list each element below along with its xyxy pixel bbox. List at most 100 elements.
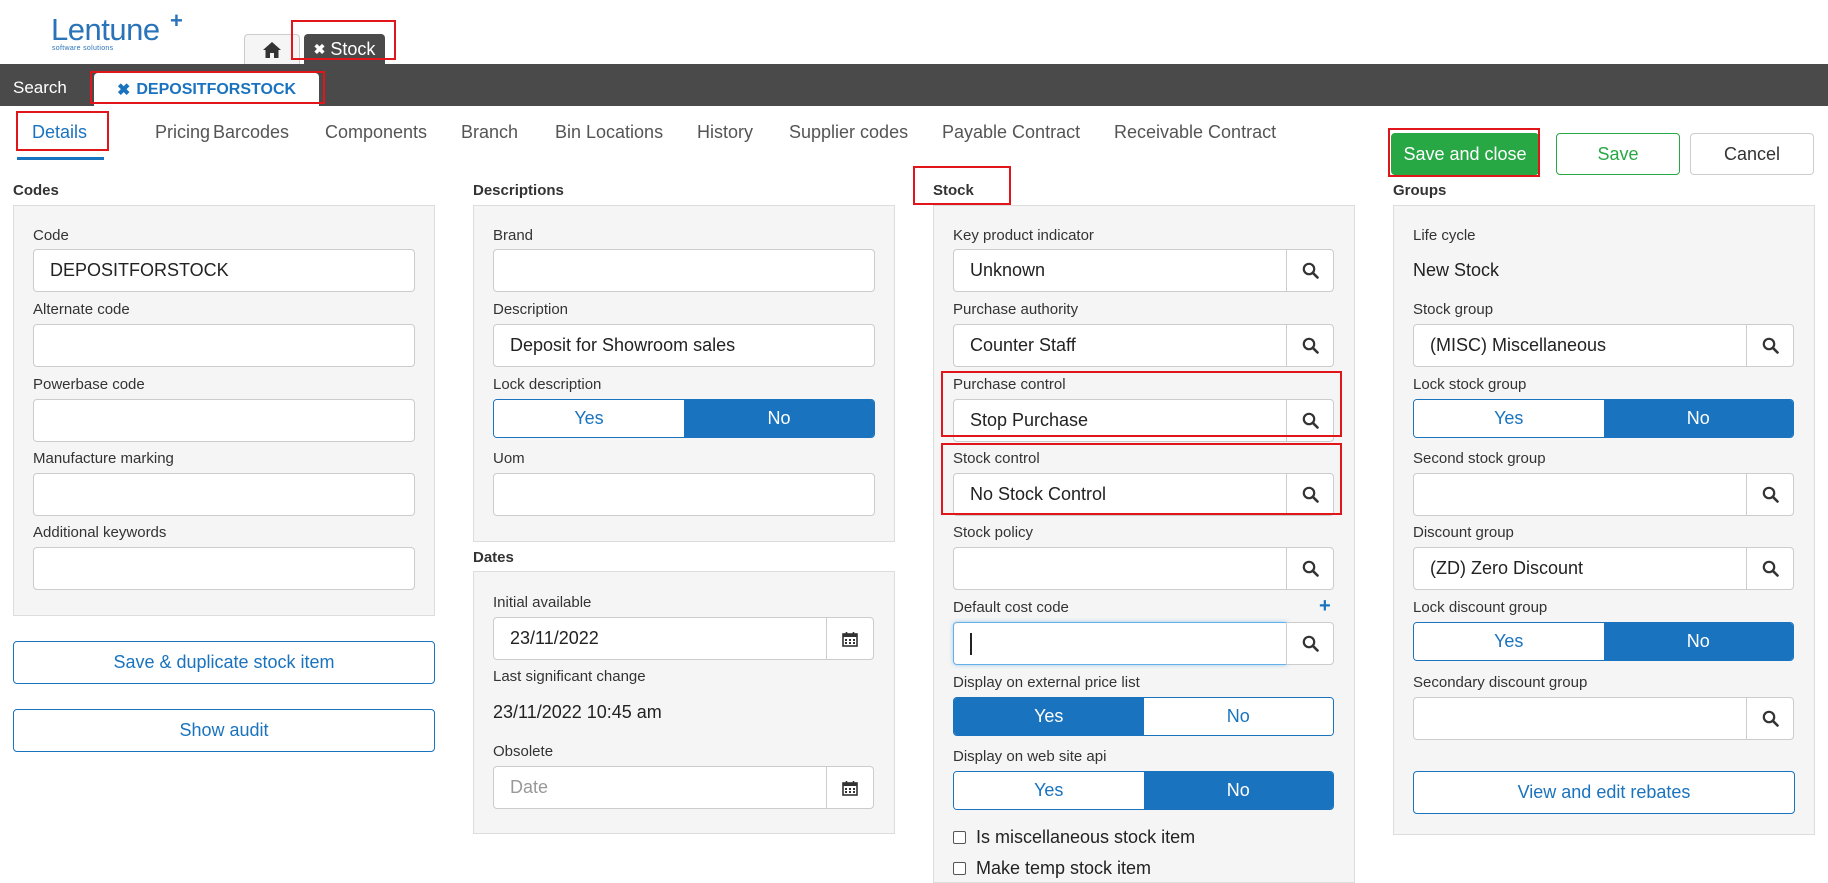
cancel-button[interactable]: Cancel <box>1690 133 1814 175</box>
temp-stock-checkbox[interactable] <box>953 862 966 875</box>
uom-input[interactable] <box>493 473 875 516</box>
close-icon[interactable]: ✖ <box>314 41 326 58</box>
lock-stock-group-toggle: Yes No <box>1413 399 1794 438</box>
stock-control-label: Stock control <box>953 450 1040 467</box>
stock-control-input[interactable]: No Stock Control <box>953 473 1287 516</box>
obsolete-date-input[interactable]: Date <box>493 766 827 809</box>
tab-components[interactable]: Components <box>325 122 427 143</box>
tab-history[interactable]: History <box>697 122 753 143</box>
last-change-label: Last significant change <box>493 668 646 685</box>
purchase-authority-label: Purchase authority <box>953 301 1079 318</box>
external-price-list-no[interactable]: No <box>1143 698 1333 735</box>
purchase-authority-input[interactable]: Counter Staff <box>953 324 1287 367</box>
save-and-close-button[interactable]: Save and close <box>1391 133 1539 175</box>
calendar-button[interactable] <box>826 617 874 660</box>
stock-group-input[interactable]: (MISC) Miscellaneous <box>1413 324 1747 367</box>
powerbase-code-input[interactable] <box>33 399 415 442</box>
record-tab[interactable]: ✖ DEPOSITFORSTOCK <box>94 73 319 106</box>
lock-discount-group-toggle: Yes No <box>1413 622 1794 661</box>
show-audit-button[interactable]: Show audit <box>13 709 435 752</box>
search-icon <box>1762 710 1779 727</box>
lookup-button[interactable] <box>1286 622 1334 665</box>
external-price-list-label: Display on external price list <box>953 674 1140 691</box>
groups-panel <box>1393 205 1815 835</box>
discount-group-input[interactable]: (ZD) Zero Discount <box>1413 547 1747 590</box>
description-input[interactable]: Deposit for Showroom sales <box>493 324 875 367</box>
external-price-list-yes[interactable]: Yes <box>954 698 1144 735</box>
life-cycle-label: Life cycle <box>1413 227 1476 244</box>
stock-tab-label: Stock <box>330 38 376 59</box>
lock-stock-group-label: Lock stock group <box>1413 376 1527 393</box>
code-input[interactable]: DEPOSITFORSTOCK <box>33 249 415 292</box>
lock-discount-group-yes[interactable]: Yes <box>1414 623 1604 660</box>
tab-receivable-contract[interactable]: Receivable Contract <box>1114 122 1276 143</box>
second-stock-group-input[interactable] <box>1413 473 1747 516</box>
obsolete-label: Obsolete <box>493 743 554 760</box>
stock-group-label: Stock group <box>1413 301 1494 318</box>
search-icon <box>1302 337 1319 354</box>
lock-discount-group-no[interactable]: No <box>1603 623 1793 660</box>
close-icon[interactable]: ✖ <box>117 80 130 100</box>
description-label: Description <box>493 301 569 318</box>
purchase-control-label: Purchase control <box>953 376 1066 393</box>
lookup-button[interactable] <box>1746 324 1794 367</box>
brand-input[interactable] <box>493 249 875 292</box>
lock-discount-group-label: Lock discount group <box>1413 599 1548 616</box>
stock-policy-label: Stock policy <box>953 524 1034 541</box>
logo-tagline: software solutions <box>52 45 114 52</box>
lock-stock-group-yes[interactable]: Yes <box>1414 400 1604 437</box>
tab-branch[interactable]: Branch <box>461 122 518 143</box>
secondary-discount-group-input[interactable] <box>1413 697 1747 740</box>
purchase-control-input[interactable]: Stop Purchase <box>953 399 1287 442</box>
lookup-button[interactable] <box>1286 547 1334 590</box>
view-edit-rebates-button[interactable]: View and edit rebates <box>1413 771 1795 814</box>
search-icon <box>1302 486 1319 503</box>
lock-stock-group-no[interactable]: No <box>1603 400 1793 437</box>
dates-title: Dates <box>473 549 514 566</box>
lock-description-no[interactable]: No <box>684 400 874 437</box>
logo-plus: + <box>170 8 183 33</box>
additional-keywords-label: Additional keywords <box>33 524 167 541</box>
home-tab[interactable] <box>244 34 300 64</box>
stock-tab[interactable]: ✖ Stock <box>304 34 385 64</box>
lookup-button[interactable] <box>1286 324 1334 367</box>
web-site-api-no[interactable]: No <box>1143 772 1333 809</box>
tab-pricing[interactable]: Pricing <box>155 122 210 143</box>
lookup-button[interactable] <box>1286 399 1334 442</box>
misc-stock-checkbox-row[interactable]: Is miscellaneous stock item <box>953 827 1195 848</box>
search-icon <box>1762 560 1779 577</box>
additional-keywords-input[interactable] <box>33 547 415 590</box>
web-site-api-yes[interactable]: Yes <box>954 772 1144 809</box>
discount-group-label: Discount group <box>1413 524 1514 541</box>
tab-barcodes[interactable]: Barcodes <box>213 122 289 143</box>
search-icon <box>1302 412 1319 429</box>
save-duplicate-button[interactable]: Save & duplicate stock item <box>13 641 435 684</box>
lookup-button[interactable] <box>1746 697 1794 740</box>
tab-details[interactable]: Details <box>32 122 87 143</box>
lookup-button[interactable] <box>1286 249 1334 292</box>
tab-bin-locations[interactable]: Bin Locations <box>555 122 663 143</box>
search-icon <box>1302 560 1319 577</box>
lock-description-yes[interactable]: Yes <box>494 400 684 437</box>
temp-stock-checkbox-row[interactable]: Make temp stock item <box>953 858 1151 879</box>
manufacture-marking-input[interactable] <box>33 473 415 516</box>
lookup-button[interactable] <box>1286 473 1334 516</box>
misc-stock-checkbox[interactable] <box>953 831 966 844</box>
initial-available-input[interactable]: 23/11/2022 <box>493 617 827 660</box>
lookup-button[interactable] <box>1746 473 1794 516</box>
record-tab-label: DEPOSITFORSTOCK <box>136 80 297 98</box>
tab-payable-contract[interactable]: Payable Contract <box>942 122 1080 143</box>
alternate-code-input[interactable] <box>33 324 415 367</box>
text-cursor <box>970 632 972 655</box>
initial-available-label: Initial available <box>493 594 592 611</box>
add-icon[interactable]: + <box>1319 595 1331 618</box>
calendar-button[interactable] <box>826 766 874 809</box>
stock-policy-input[interactable] <box>953 547 1287 590</box>
search-tab[interactable]: Search <box>13 78 67 98</box>
default-cost-code-input[interactable] <box>953 622 1287 665</box>
key-product-indicator-input[interactable]: Unknown <box>953 249 1287 292</box>
lock-description-label: Lock description <box>493 376 602 393</box>
save-button[interactable]: Save <box>1556 133 1680 175</box>
tab-supplier-codes[interactable]: Supplier codes <box>789 122 908 143</box>
lookup-button[interactable] <box>1746 547 1794 590</box>
